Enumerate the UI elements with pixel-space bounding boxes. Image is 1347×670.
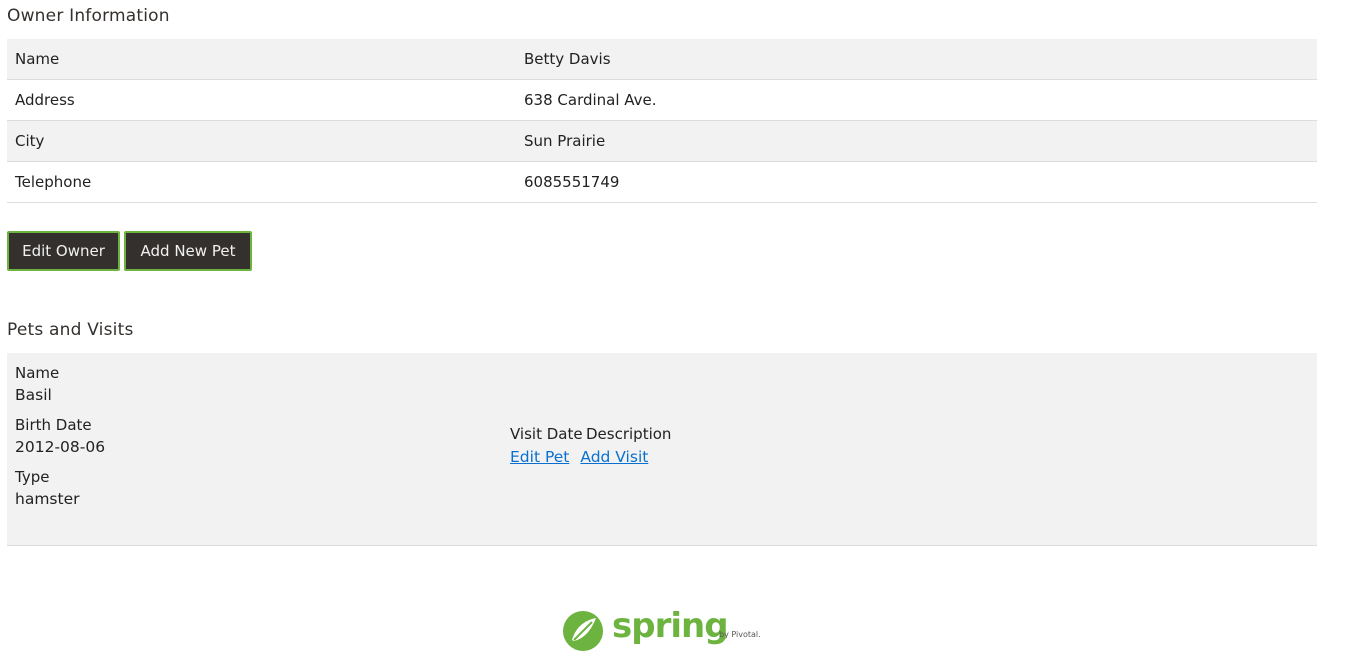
pet-type-value: hamster: [15, 490, 80, 508]
spring-leaf-icon: [563, 611, 603, 651]
pet-name-label: Name: [15, 364, 60, 382]
table-row: Address 638 Cardinal Ave.: [7, 79, 1317, 121]
owner-info-table: Name Betty Davis Address 638 Cardinal Av…: [7, 39, 1317, 203]
table-row: City Sun Prairie: [7, 120, 1317, 162]
pet-row: Name Basil Birth Date 2012-08-06 Type ha…: [7, 353, 1317, 546]
owner-name-label: Name: [7, 39, 516, 80]
pet-type-label: Type: [15, 468, 50, 486]
owner-address-label: Address: [7, 79, 516, 121]
edit-pet-link[interactable]: Edit Pet: [510, 448, 569, 466]
owner-city-value: Sun Prairie: [516, 120, 1317, 162]
add-visit-link[interactable]: Add Visit: [580, 448, 648, 466]
visits-header-row: Visit Date Description: [510, 425, 671, 443]
table-row: Name Betty Davis: [7, 39, 1317, 80]
visits-table: Visit Date Description Edit Pet Add Visit: [510, 425, 671, 466]
owner-telephone-label: Telephone: [7, 161, 516, 203]
pets-and-visits-heading: Pets and Visits: [7, 320, 134, 340]
edit-owner-button[interactable]: Edit Owner: [7, 231, 120, 271]
description-header: Description: [586, 425, 672, 443]
spring-logo: spring by Pivotal.: [562, 606, 762, 652]
owner-city-label: City: [7, 120, 516, 162]
spring-logo-text: spring: [612, 606, 729, 646]
pet-name-value: Basil: [15, 386, 52, 404]
add-new-pet-button[interactable]: Add New Pet: [124, 231, 252, 271]
pet-birth-date-value: 2012-08-06: [15, 438, 106, 456]
pivotal-logo-text: by Pivotal.: [719, 630, 761, 639]
owner-name-value: Betty Davis: [516, 39, 1317, 80]
table-row: Telephone 6085551749: [7, 161, 1317, 203]
owner-address-value: 638 Cardinal Ave.: [516, 79, 1317, 121]
pet-birth-date-label: Birth Date: [15, 416, 92, 434]
owner-telephone-value: 6085551749: [516, 161, 1317, 203]
visit-date-header: Visit Date: [510, 425, 583, 443]
pet-details: Name Basil Birth Date 2012-08-06 Type ha…: [15, 363, 105, 519]
owner-information-heading: Owner Information: [7, 6, 170, 26]
pet-actions: Edit Pet Add Visit: [510, 448, 671, 466]
